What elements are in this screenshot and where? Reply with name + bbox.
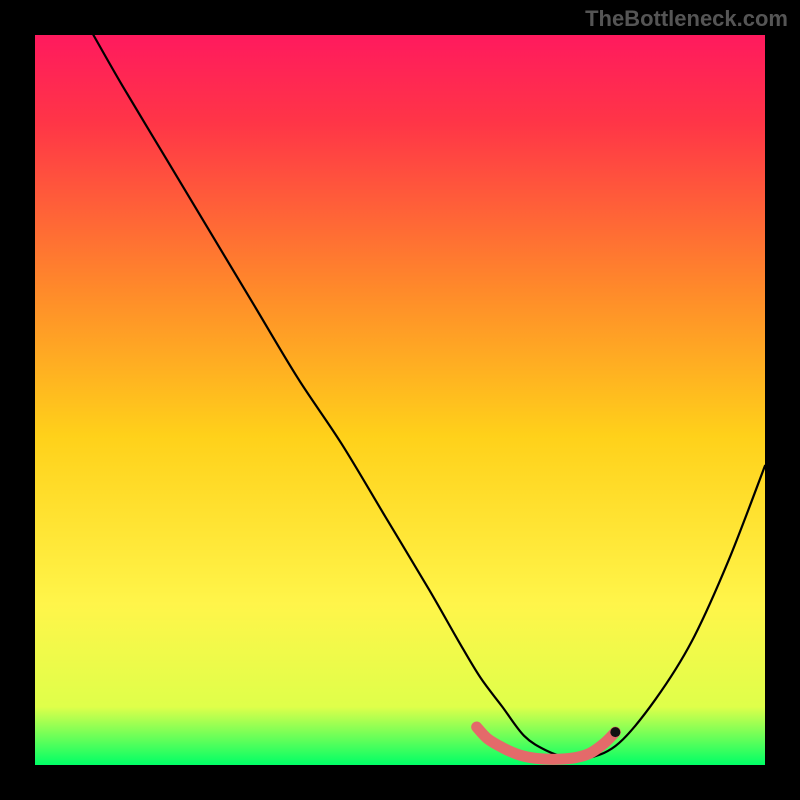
chart-svg xyxy=(0,0,800,800)
chart-wrapper: TheBottleneck.com xyxy=(0,0,800,800)
watermark-text: TheBottleneck.com xyxy=(585,6,788,32)
chart-background xyxy=(35,35,765,765)
optimal-dot xyxy=(610,727,620,737)
